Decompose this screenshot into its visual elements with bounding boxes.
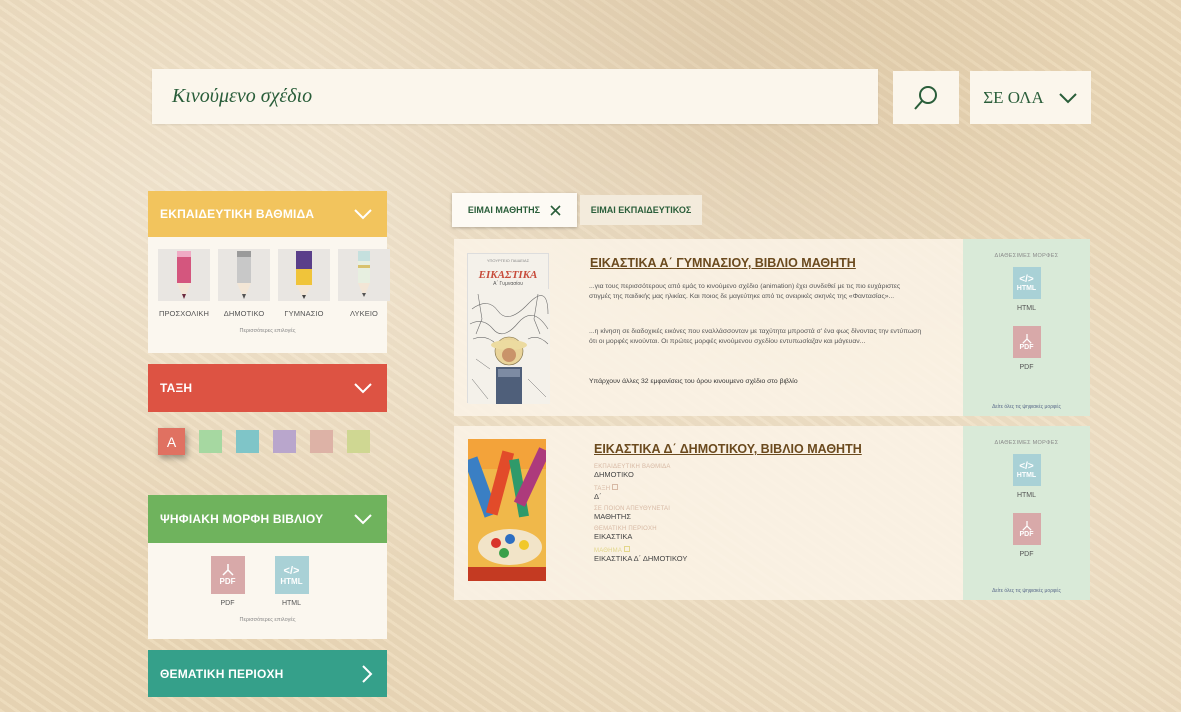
html-icon: </> HTML [274,556,309,594]
format-html-link[interactable]: </> HTML HTML [963,454,1090,499]
digital-form-body: PDF PDF </> HTML HTML Περισσότερες επιλο… [148,543,387,639]
class-options: A [158,428,370,455]
thematic-area-header[interactable]: ΘΕΜΑΤΙΚΗ ΠΕΡΙΟΧΗ [148,650,387,697]
available-formats-panel: ΔΙΑΘΕΣΙΜΕΣ ΜΟΡΦΕΣ </> HTML HTML PDF PDF Δ… [963,426,1090,600]
tab-teacher[interactable]: ΕΙΜΑΙ ΕΚΠΑΙΔΕΥΤΙΚΟΣ [580,195,702,225]
book-cover-title: ΕΙΚΑΣΤΙΚΑ [478,269,538,281]
close-icon[interactable] [550,204,561,216]
education-option-gymnasium[interactable]: ΓΥΜΝΑΣΙΟ [278,249,330,318]
digital-form-title: ΨΗΦΙΑΚΗ ΜΟΡΦΗ ΒΙΒΛΙΟΥ [160,512,324,526]
education-level-title: ΕΚΠΑΙΔΕΥΤΙΚΗ ΒΑΘΜΙΔΑ [160,207,315,221]
search-icon [914,85,937,110]
available-formats-panel: ΔΙΑΘΕΣΙΜΕΣ ΜΟΡΦΕΣ </> HTML HTML PDF PDF Δ… [963,239,1090,416]
cover-illustration [468,289,550,404]
pdf-icon: PDF [1012,513,1041,545]
chevron-down-icon [1059,92,1077,103]
info-icon [623,546,630,552]
result-title-link[interactable]: ΕΙΚΑΣΤΙΚΑ Α΄ ΓΥΜΝΑΣΙΟΥ, ΒΙΒΛΙΟ ΜΑΘΗΤΗ [590,256,856,270]
class-option-swatch[interactable] [236,430,259,453]
class-option-swatch[interactable] [273,430,296,453]
search-query-text: Κινούμενο σχέδιο [172,85,313,107]
tab-teacher-label: ΕΙΜΑΙ ΕΚΠΑΙΔΕΥΤΙΚΟΣ [590,205,692,215]
class-option-swatch[interactable] [199,430,222,453]
pdf-icon: PDF [210,556,245,594]
class-title: ΤΑΞΗ [160,381,193,395]
pdf-icon: PDF [1012,326,1041,358]
education-option-preschool[interactable]: ΠΡΟΣΧΟΛΙΚΗ [158,249,210,318]
pink-pencil-icon [177,251,191,299]
education-option-primary[interactable]: ΔΗΜΟΤΙΚΟ [218,249,270,318]
digital-form-header[interactable]: ΨΗΦΙΑΚΗ ΜΟΡΦΗ ΒΙΒΛΙΟΥ [148,495,387,543]
yellow-pencil-icon [296,251,312,299]
book-cover[interactable]: ΥΠΟΥΡΓΕΙΟ ΠΑΙΔΕΙΑΣ ΕΙΚΑΣΤΙΚΑ Α΄ Γυμνασίο… [467,253,550,404]
html-icon: </> HTML [1012,454,1041,486]
tab-student[interactable]: ΕΙΜΑΙ ΜΑΘΗΤΗΣ [452,193,577,227]
search-input[interactable]: Κινούμενο σχέδιο [152,69,878,124]
education-level-header[interactable]: ΕΚΠΑΙΔΕΥΤΙΚΗ ΒΑΘΜΙΔΑ [148,191,387,237]
class-option-a[interactable]: A [158,428,185,455]
html-icon: </> HTML [1012,267,1041,299]
scope-dropdown[interactable]: ΣΕ ΟΛΑ [970,71,1091,124]
book-cover-subtitle: Α΄ Γυμνασίου [493,281,523,287]
format-pdf-link[interactable]: PDF PDF [963,513,1090,558]
format-pdf-link[interactable]: PDF PDF [963,326,1090,371]
search-button[interactable] [893,71,959,124]
result-card: ΕΙΚΑΣΤΙΚΑ Δ΄ ΔΗΜΟΤΙΚΟΥ, ΒΙΒΛΙΟ ΜΑΘΗΤΗ ΕΚ… [454,426,1090,600]
format-html-link[interactable]: </> HTML HTML [963,267,1090,312]
light-pencil-icon [358,251,370,297]
class-option-swatch[interactable] [310,430,333,453]
digital-more-link[interactable]: Περισσότερες επιλογές [148,617,387,623]
chevron-right-icon [362,664,373,683]
format-option-pdf[interactable]: PDF PDF [210,556,245,607]
all-formats-link[interactable]: Δείτε όλες τις ψηφιακές μορφές [963,588,1090,594]
result-snippet: ...η κίνηση σε διαδοχικές εικόνες που εν… [589,328,922,345]
cover-illustration [464,439,551,581]
grey-pencil-icon [237,251,251,299]
info-icon [612,484,619,490]
chevron-down-icon [354,209,372,220]
thematic-area-title: ΘΕΜΑΤΙΚΗ ΠΕΡΙΟΧΗ [160,666,284,681]
class-option-swatch[interactable] [347,430,370,453]
all-formats-link[interactable]: Δείτε όλες τις ψηφιακές μορφές [963,404,1090,410]
tab-student-label: ΕΙΜΑΙ ΜΑΘΗΤΗΣ [467,205,541,215]
result-occurrences: Υπάρχουν άλλες 32 εμφανίσεις του όρου κι… [589,378,798,385]
chevron-down-icon [354,514,372,525]
class-header[interactable]: ΤΑΞΗ [148,364,387,412]
format-option-html[interactable]: </> HTML HTML [274,556,309,607]
chevron-down-icon [354,383,372,394]
education-level-body: ΠΡΟΣΧΟΛΙΚΗ ΔΗΜΟΤΙΚΟ ΓΥΜΝΑΣΙΟ ΛΥΚΕΙΟ Περι… [148,237,390,353]
result-metadata: ΕΚΠΑΙΔΕΥΤΙΚΗ ΒΑΘΜΙΔΑ ΔΗΜΟΤΙΚΟ ΤΑΞΗ Δ΄ ΣΕ… [594,464,688,563]
education-more-link[interactable]: Περισσότερες επιλογές [148,328,387,334]
result-card: ΥΠΟΥΡΓΕΙΟ ΠΑΙΔΕΙΑΣ ΕΙΚΑΣΤΙΚΑ Α΄ Γυμνασίο… [454,239,1090,416]
education-option-lyceum[interactable]: ΛΥΚΕΙΟ [338,249,390,318]
result-snippet: ...για τους περισσότερους από εμάς το κι… [589,283,901,300]
scope-label: ΣΕ ΟΛΑ [983,87,1044,107]
result-title-link[interactable]: ΕΙΚΑΣΤΙΚΑ Δ΄ ΔΗΜΟΤΙΚΟΥ, ΒΙΒΛΙΟ ΜΑΘΗΤΗ [594,442,862,456]
book-cover[interactable] [464,439,551,581]
